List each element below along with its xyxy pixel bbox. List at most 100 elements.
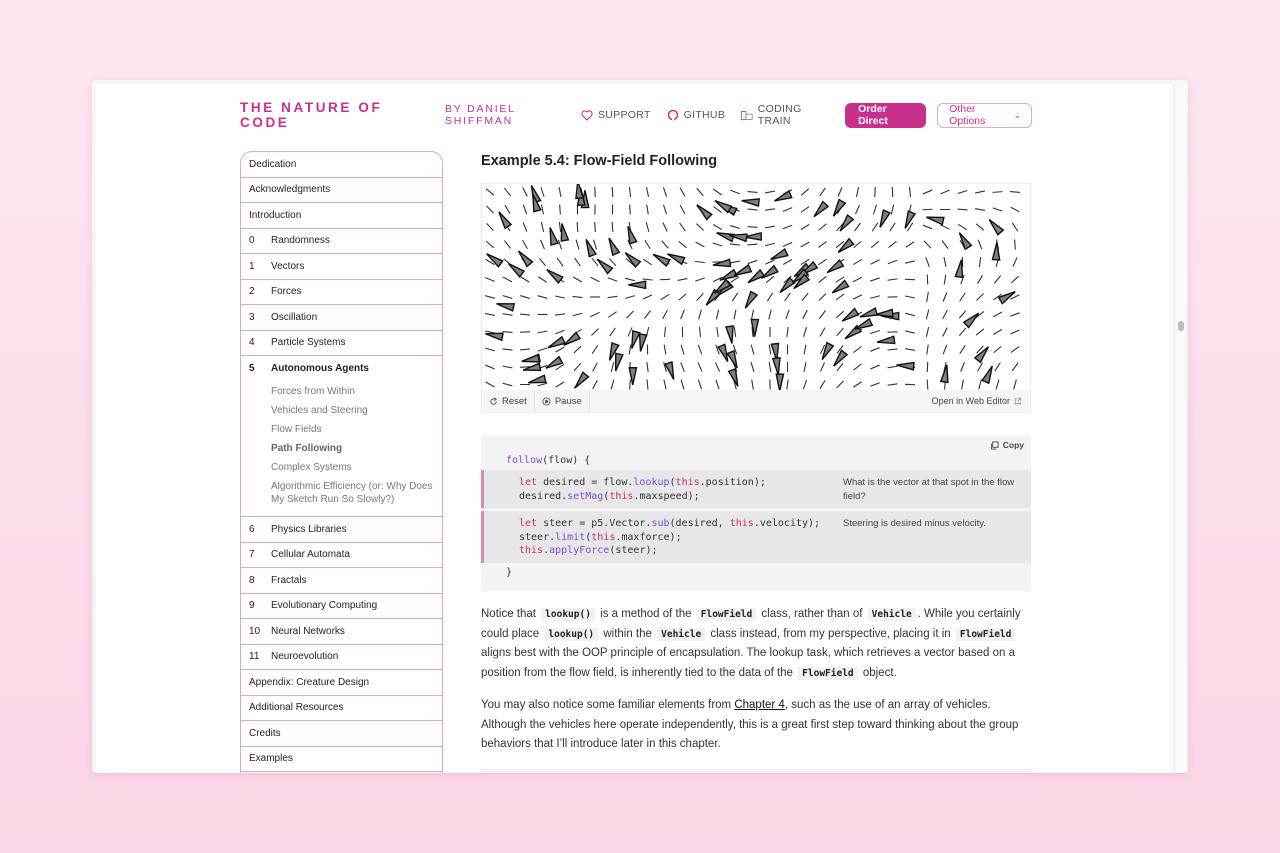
open-web-editor-link[interactable]: Open in Web Editor xyxy=(932,396,1030,406)
toc-item[interactable]: Appendix: Creature Design xyxy=(241,670,442,696)
flow-vector xyxy=(554,313,566,316)
copy-icon xyxy=(990,440,999,450)
flow-vector xyxy=(835,310,845,319)
toc-chapter[interactable]: 7 Cellular Automata xyxy=(241,543,442,568)
flow-vector xyxy=(925,257,930,267)
flow-vector xyxy=(715,379,720,390)
pause-button[interactable]: Pause xyxy=(535,390,590,412)
toc-chapter[interactable]: 1 Vectors xyxy=(241,254,442,280)
toc-item[interactable] xyxy=(241,772,442,773)
nav-coding-train[interactable]: CODING TRAIN xyxy=(741,103,829,127)
toc-item[interactable]: Additional Resources xyxy=(241,696,442,721)
page: THE NATURE OF CODE BY DANIEL SHIFFMAN SU… xyxy=(96,84,1172,773)
toc-chapter[interactable]: 8 Fractals xyxy=(241,568,442,594)
copy-label: Copy xyxy=(1002,440,1024,450)
flow-vector xyxy=(730,189,740,195)
toc-chapter[interactable]: 10 Neural Networks xyxy=(241,619,442,645)
flow-vector xyxy=(835,293,845,301)
flow-vector xyxy=(590,311,600,318)
flow-vector xyxy=(1010,346,1020,353)
toc-chapter[interactable]: 5 Autonomous Agents xyxy=(241,356,442,382)
order-direct-button[interactable]: Order Direct xyxy=(845,102,927,128)
toc-chapter[interactable]: 2 Forces xyxy=(241,280,442,305)
reset-button[interactable]: Reset xyxy=(482,390,535,412)
toc-chapter[interactable]: 3 Oscillation xyxy=(241,305,442,331)
flow-vector xyxy=(698,326,702,338)
flow-vector xyxy=(751,379,754,390)
toc-chapter[interactable]: 6 Physics Libraries xyxy=(241,517,442,543)
flow-vector xyxy=(819,362,826,372)
flow-vector xyxy=(768,344,772,355)
flow-vector xyxy=(960,362,965,372)
flow-field-canvas[interactable] xyxy=(482,184,1030,390)
chapter-label: Neural Networks xyxy=(271,625,345,637)
flow-vector xyxy=(768,309,772,320)
toc-subsection[interactable]: Path Following xyxy=(271,439,442,458)
flow-vector xyxy=(978,379,982,390)
toc-subsection[interactable]: Forces from Within xyxy=(271,382,442,401)
flow-vector xyxy=(629,379,631,390)
flow-vector xyxy=(786,379,789,390)
flow-vector xyxy=(729,243,741,246)
toc-chapter[interactable]: 0 Randomness xyxy=(241,229,442,254)
flow-vector xyxy=(629,204,631,215)
vehicle xyxy=(696,204,713,221)
vertical-scrollbar[interactable] xyxy=(1174,84,1186,773)
flow-vector xyxy=(853,240,862,249)
toc-subsection[interactable]: Flow Fields xyxy=(271,420,442,439)
flow-vector xyxy=(764,190,776,194)
toc-item[interactable]: Introduction xyxy=(241,203,442,229)
toc-chapter[interactable]: 9 Evolutionary Computing xyxy=(241,594,442,619)
flow-vector xyxy=(696,187,704,197)
flow-vector xyxy=(887,348,898,351)
vehicle xyxy=(507,262,526,278)
flow-vector xyxy=(870,329,880,335)
other-options-button[interactable]: Other Options ⌄ xyxy=(937,102,1032,128)
toc-item[interactable]: Dedication xyxy=(241,152,442,178)
flow-vector xyxy=(958,327,967,337)
flow-vector xyxy=(942,344,948,355)
vehicle xyxy=(714,200,733,214)
nav-coding-train-label: CODING TRAIN xyxy=(757,103,802,127)
toc-item[interactable]: Acknowledgments xyxy=(241,178,442,203)
header-nav: SUPPORT GITHUB CODING TRAIN Order Direct… xyxy=(581,102,1032,128)
vehicle xyxy=(779,276,796,294)
chapter-4-link[interactable]: Chapter 4 xyxy=(734,699,785,711)
vehicle xyxy=(547,335,567,349)
vehicle xyxy=(896,361,915,371)
flow-vector xyxy=(1009,191,1021,193)
flow-vector xyxy=(747,243,758,246)
flow-vector xyxy=(695,241,705,248)
flow-vector xyxy=(786,326,789,338)
toc-subsection[interactable]: Vehicles and Steering xyxy=(271,401,442,420)
flow-vector xyxy=(870,347,880,352)
flow-vector xyxy=(925,327,930,337)
toc-item[interactable]: Credits xyxy=(241,721,442,747)
toc-item[interactable]: Examples xyxy=(241,747,442,772)
toc-item-label: Credits xyxy=(249,727,281,739)
flow-vector xyxy=(961,379,964,390)
toc-chapter[interactable]: 4 Particle Systems xyxy=(241,331,442,356)
site-title[interactable]: THE NATURE OF CODE xyxy=(240,100,428,130)
copy-button[interactable]: Copy xyxy=(990,440,1024,450)
toc-subsection[interactable]: Complex Systems xyxy=(271,458,442,477)
vehicle xyxy=(775,373,785,390)
flow-vector xyxy=(502,295,513,299)
flow-vector xyxy=(610,362,615,372)
flow-vector xyxy=(484,312,496,317)
flow-vector xyxy=(765,275,775,284)
flow-vector xyxy=(992,191,1003,193)
flow-vector xyxy=(537,382,548,387)
next-content-block xyxy=(481,769,1031,773)
flow-vector xyxy=(537,295,548,299)
nav-support[interactable]: SUPPORT xyxy=(581,109,651,121)
flow-vector xyxy=(520,295,530,299)
coding-train-icon xyxy=(741,110,753,120)
toc-subsection[interactable]: Algorithmic Efficiency (or: Why Does My … xyxy=(271,477,442,510)
chapter-number: 0 xyxy=(249,235,255,247)
scrollbar-thumb[interactable] xyxy=(1178,321,1184,331)
nav-github[interactable]: GITHUB xyxy=(667,109,725,121)
flow-vector xyxy=(942,309,948,320)
toc-chapter[interactable]: 11 Neuroevolution xyxy=(241,645,442,670)
flow-vector xyxy=(559,204,561,215)
